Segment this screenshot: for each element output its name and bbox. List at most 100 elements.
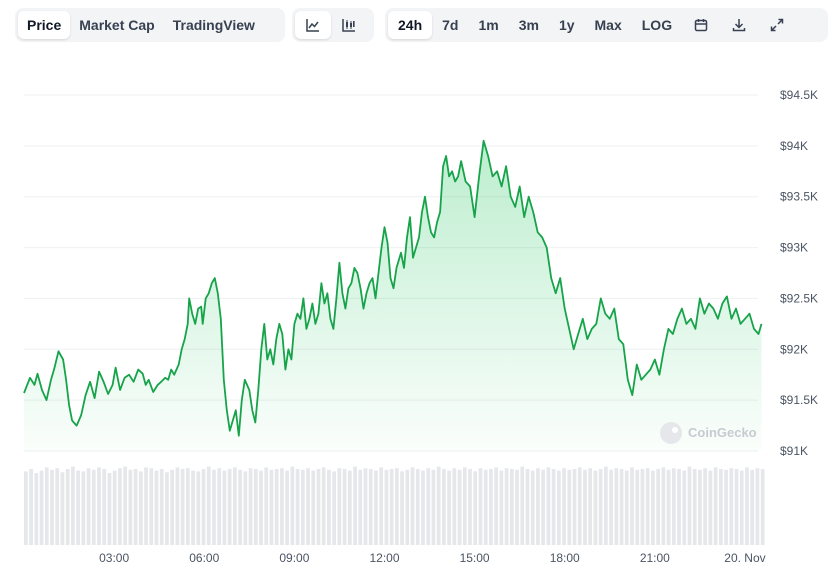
volume-bar — [295, 469, 300, 545]
volume-bar — [39, 470, 44, 545]
volume-bar — [755, 468, 760, 545]
volume-bar — [473, 471, 478, 545]
volume-bar — [170, 469, 175, 545]
volume-bar — [729, 468, 734, 545]
volume-bar — [269, 469, 274, 545]
x-tick-label: 20. Nov — [724, 551, 765, 565]
x-axis-labels: 03:00 06:00 09:00 12:00 15:00 18:00 21:00 20. N… — [99, 551, 766, 565]
volume-bar — [619, 469, 624, 545]
volume-bar — [567, 469, 572, 545]
volume-bar — [468, 469, 472, 545]
y-tick-label: $93.5K — [780, 190, 818, 204]
volume-bar — [447, 470, 451, 545]
volume-bar — [128, 469, 133, 545]
volume-bar — [436, 466, 441, 545]
volume-bar — [666, 469, 671, 545]
volume-bar — [442, 469, 446, 545]
volume-bar — [556, 470, 561, 545]
volume-bar — [353, 466, 357, 545]
volume-bar — [133, 469, 138, 545]
price-area — [23, 139, 763, 452]
volume-bar — [483, 469, 488, 545]
volume-bar — [138, 471, 143, 545]
volume-bar — [760, 469, 765, 545]
volume-bar — [494, 467, 499, 545]
volume-bar — [311, 470, 316, 545]
volume-bar — [316, 469, 321, 545]
volume-bar — [206, 466, 211, 545]
volume-bar — [347, 470, 352, 545]
volume-bar — [379, 467, 384, 545]
volume-bar — [358, 469, 363, 545]
volume-bar — [112, 470, 117, 545]
volume-bar — [739, 470, 744, 545]
y-tick-label: $94K — [780, 139, 808, 153]
x-tick-label: 21:00 — [640, 551, 670, 565]
x-tick-label: 09:00 — [279, 551, 309, 565]
volume-bar — [97, 467, 101, 545]
volume-bar — [50, 469, 54, 545]
volume-bar — [421, 470, 425, 545]
volume-bar — [149, 468, 154, 545]
volume-bar — [415, 469, 420, 545]
volume-bar — [212, 469, 216, 545]
volume-bar — [368, 469, 373, 545]
volume-bar — [217, 468, 222, 545]
volume-bar — [515, 469, 519, 545]
volume-bar — [300, 469, 305, 545]
volume-bar — [374, 470, 378, 545]
volume-bar — [499, 470, 504, 545]
volume-bar — [86, 468, 91, 545]
x-tick-label: 06:00 — [189, 551, 219, 565]
volume-bar — [180, 469, 185, 545]
volume-bar — [692, 469, 697, 545]
volume-bar — [118, 468, 122, 545]
volume-bar — [81, 471, 86, 545]
volume-bar — [363, 468, 368, 545]
volume-bar — [243, 471, 248, 545]
volume-bar — [478, 468, 483, 545]
volume-bar — [624, 470, 629, 545]
volume-bar — [698, 469, 702, 545]
volume-bar — [238, 469, 242, 545]
volume-bar — [572, 469, 577, 545]
volume-bar — [551, 469, 556, 545]
volume-bar — [509, 469, 514, 545]
volume-bar — [102, 469, 107, 545]
volume-bar — [44, 467, 49, 545]
y-tick-label: $91K — [780, 444, 808, 458]
volume-bar — [175, 467, 180, 545]
volume-bar — [536, 468, 540, 545]
volume-bar — [520, 466, 525, 545]
volume-bar — [29, 469, 33, 545]
volume-bar — [290, 466, 295, 545]
volume-bar — [60, 472, 65, 545]
volume-bar — [65, 469, 70, 545]
volume-bar — [196, 471, 201, 545]
volume-bar — [577, 467, 582, 545]
volume-bar — [588, 468, 593, 545]
volume-bar — [34, 473, 39, 545]
volume-bar — [724, 469, 728, 545]
volume-bar — [489, 469, 493, 545]
volume-bar — [24, 471, 28, 545]
volume-bar — [71, 466, 75, 545]
volume-bar — [750, 469, 755, 545]
volume-bar — [76, 470, 80, 545]
volume-bar — [713, 467, 718, 545]
volume-bar — [457, 469, 462, 545]
y-axis-labels: $94.5K $94K $93.5K $93K $92.5K $92K $91.5K $91K — [780, 88, 818, 458]
volume-bar — [541, 469, 546, 545]
volume-bar — [525, 469, 530, 545]
volume-bar — [248, 468, 253, 545]
volume-bar — [745, 467, 749, 545]
volume-bar — [400, 471, 404, 545]
volume-bar — [598, 469, 603, 545]
volume-bar — [609, 469, 613, 545]
volume-bar — [389, 469, 394, 545]
volume-bar — [259, 470, 263, 545]
volume-bar — [154, 470, 159, 545]
volume-bar — [718, 469, 723, 545]
volume-bar — [55, 468, 60, 545]
x-tick-label: 15:00 — [460, 551, 490, 565]
